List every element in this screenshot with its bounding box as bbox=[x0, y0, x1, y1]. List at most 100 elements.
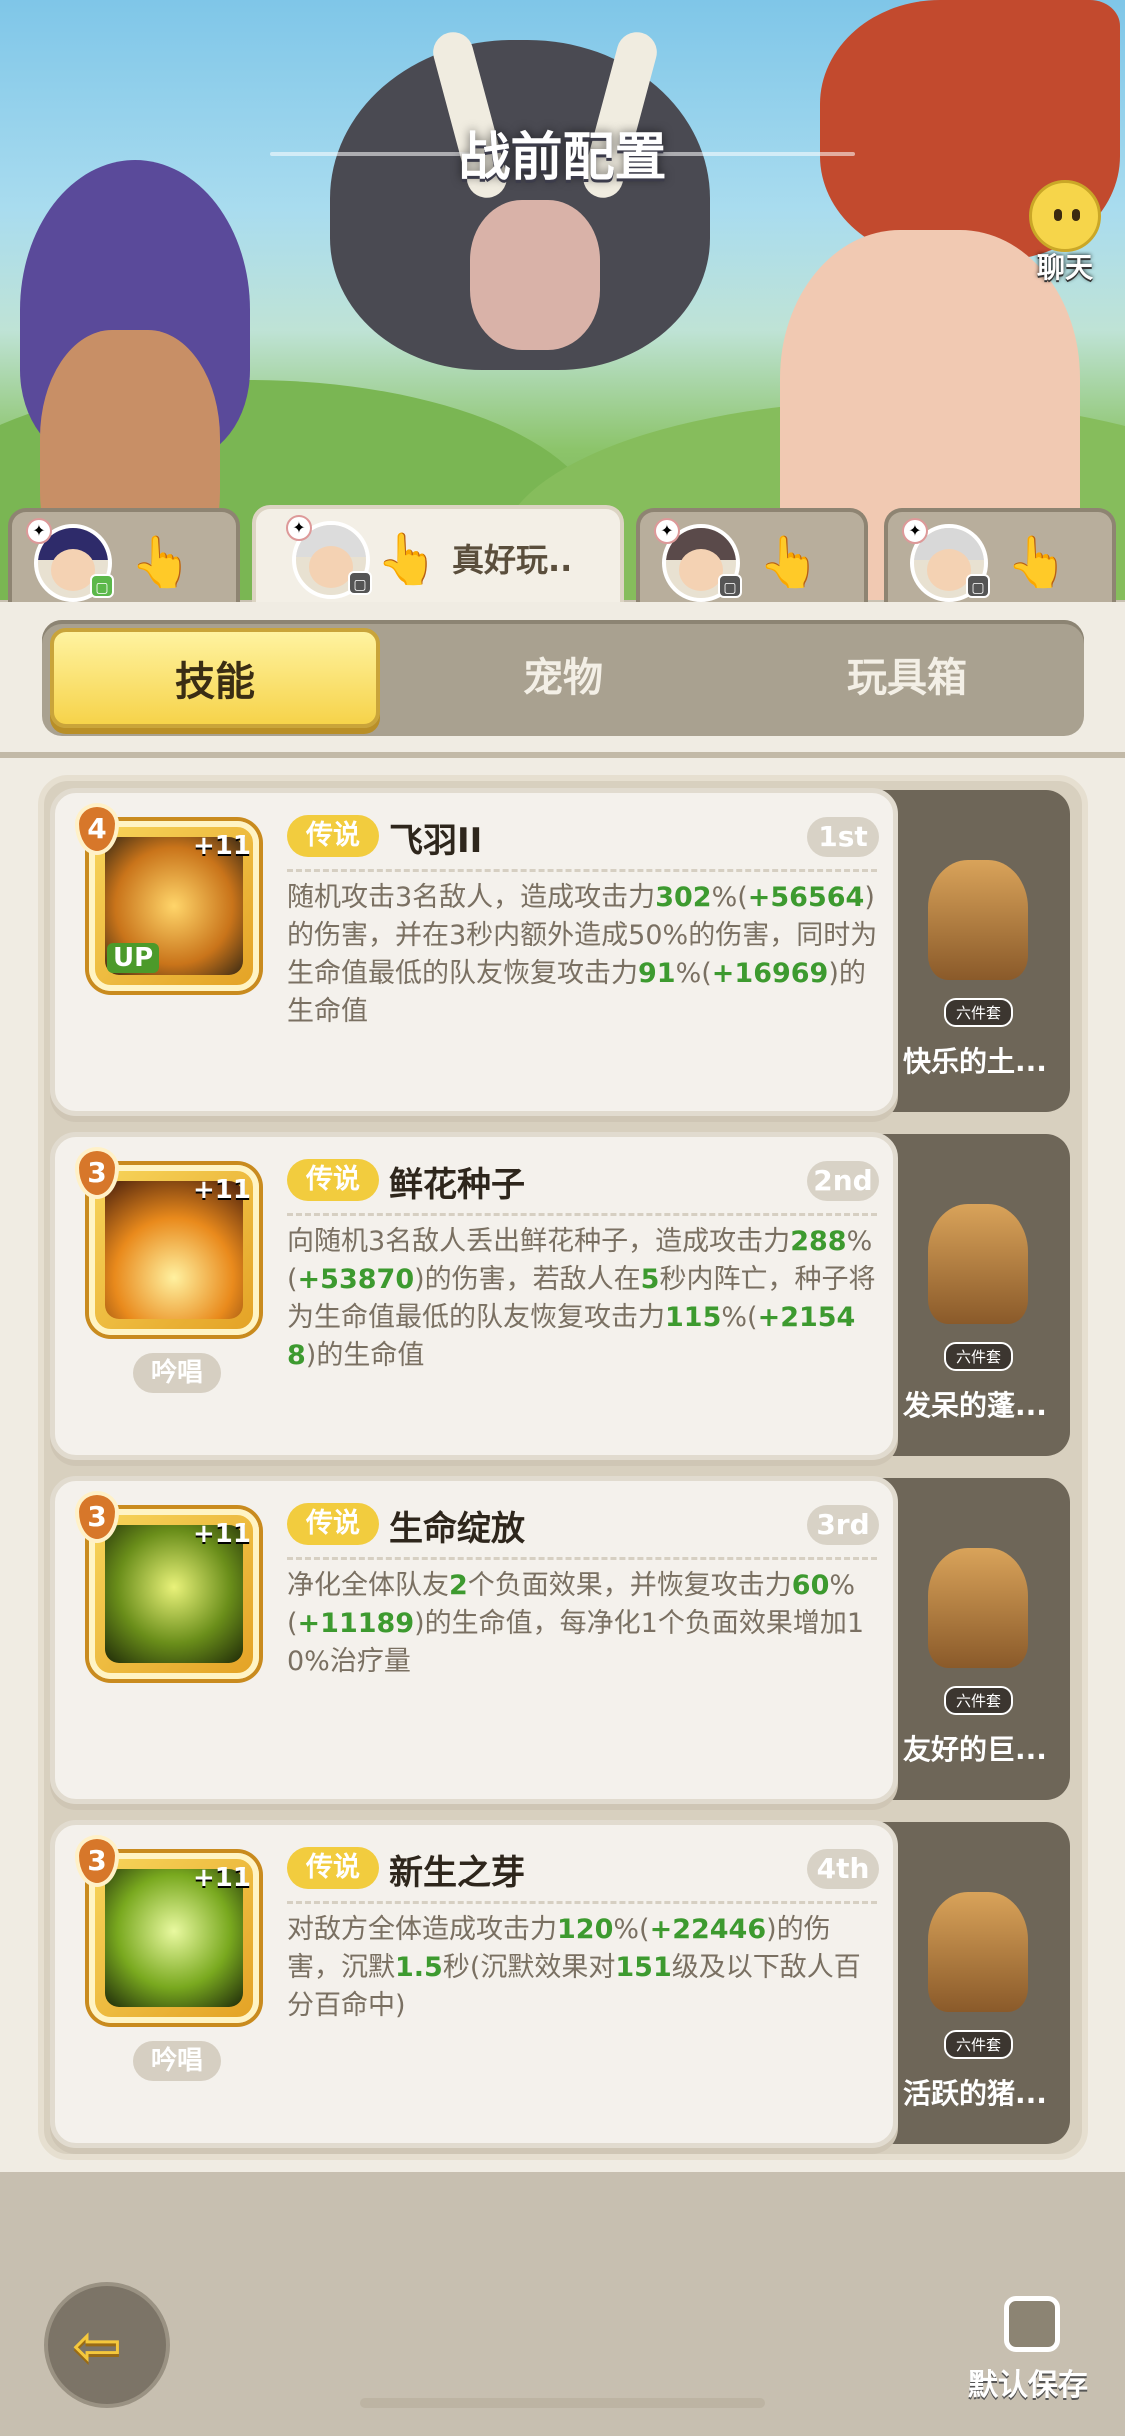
desc-text: 对敌方全体造成攻击力 bbox=[287, 1914, 557, 1945]
desc-value: 2 bbox=[449, 1570, 468, 1601]
skill-rank: 3rd bbox=[807, 1505, 879, 1545]
skill-description: 向随机3名敌人丢出鲜花种子，造成攻击力288 %( +53870)的伤害，若敌人在5… bbox=[287, 1223, 881, 1375]
desc-value: +53870 bbox=[297, 1264, 415, 1295]
enhance-level: +11 bbox=[193, 831, 251, 861]
desc-text: 秒(沉默效果对 bbox=[442, 1952, 616, 1983]
desc-value: 60 bbox=[791, 1570, 830, 1601]
segment-control: 技能 宠物 玩具箱 bbox=[42, 620, 1084, 736]
skill-card[interactable]: 3 +11 吟唱 传说 鲜花种子 2nd 向随机3名敌人丢出鲜花种子，造成攻击力28… bbox=[50, 1132, 898, 1460]
class-emblem-icon: ✦ bbox=[26, 518, 52, 544]
status-icon: ▢ bbox=[348, 571, 372, 595]
pet-slot[interactable]: 六件套 快乐的土... bbox=[880, 790, 1070, 1112]
skill-card[interactable]: 3 +11 传说 生命绽放 3rd 净化全体队友2个负面效果，并恢复攻击力60%(… bbox=[50, 1476, 898, 1804]
skill-rank: 1st bbox=[807, 817, 879, 857]
skill-name: 鲜花种子 bbox=[389, 1165, 525, 1205]
desc-value: +16969 bbox=[711, 958, 829, 989]
bottom-bar bbox=[0, 2172, 1125, 2436]
chat-face-icon bbox=[1029, 180, 1101, 252]
skill-rank: 4th bbox=[807, 1849, 879, 1889]
set-badge: 六件套 bbox=[944, 1686, 1014, 1715]
online-status-icon: ▢ bbox=[90, 574, 114, 598]
rarity-badge: 传说 bbox=[287, 1159, 379, 1201]
pet-slot[interactable]: 六件套 发呆的蓬... bbox=[880, 1134, 1070, 1456]
rarity-badge: 传说 bbox=[287, 1503, 379, 1545]
skill-card[interactable]: 3 +11 吟唱 传说 新生之芽 4th 对敌方全体造成攻击力120%(+22446… bbox=[50, 1820, 898, 2148]
page-title: 战前配置 bbox=[458, 128, 667, 188]
cast-tag: 吟唱 bbox=[133, 2041, 221, 2081]
desc-text: %( bbox=[711, 882, 748, 913]
skill-description: 对敌方全体造成攻击力120%(+22446)的伤害，沉默1.5秒(沉默效果对15… bbox=[287, 1911, 881, 2025]
upgrade-badge: UP bbox=[107, 943, 160, 973]
hand-pointer-icon: 👆 bbox=[758, 533, 821, 591]
separator bbox=[287, 1901, 877, 1904]
desc-text: 向随机3名敌人丢出鲜花种子，造成攻击力 bbox=[287, 1226, 791, 1257]
chat-button[interactable]: 聊天 bbox=[1015, 180, 1115, 284]
desc-text: 个负面效果，并恢复攻击力 bbox=[467, 1570, 792, 1601]
tab-pets[interactable]: 宠物 bbox=[398, 628, 728, 728]
enhance-level: +11 bbox=[193, 1175, 251, 1205]
skill-card[interactable]: 4 +11 UP 传说 飞羽II 1st 随机攻击3名敌人，造成攻击力302%(+5… bbox=[50, 788, 898, 1116]
separator bbox=[287, 1557, 877, 1560]
hand-pointer-icon: 👆 bbox=[376, 530, 439, 588]
enhance-level: +11 bbox=[193, 1863, 251, 1893]
set-badge: 六件套 bbox=[944, 1342, 1014, 1371]
skill-rank: 2nd bbox=[807, 1161, 879, 1201]
enhance-level: +11 bbox=[193, 1519, 251, 1549]
desc-value: +56564 bbox=[747, 882, 865, 913]
team-name: 真好玩.. bbox=[452, 541, 573, 579]
chat-label: 聊天 bbox=[1036, 251, 1093, 284]
team-tab-1[interactable]: ✦ ▢ 👆 bbox=[8, 508, 240, 603]
rarity-badge: 传说 bbox=[287, 815, 379, 857]
tab-toybox[interactable]: 玩具箱 bbox=[742, 628, 1072, 728]
desc-text: 净化全体队友 bbox=[287, 1570, 449, 1601]
skill-description: 净化全体队友2个负面效果，并恢复攻击力60%(+11189)的生命值，每净化1个… bbox=[287, 1567, 881, 1681]
team-tab-3[interactable]: ✦ ▢ 👆 bbox=[636, 508, 868, 603]
default-save-label: 默认保存 bbox=[968, 2368, 1088, 2403]
desc-value: 1.5 bbox=[395, 1952, 443, 1983]
desc-value: +22446 bbox=[649, 1914, 767, 1945]
skill-name: 飞羽II bbox=[389, 821, 483, 861]
separator bbox=[287, 869, 877, 872]
status-icon: ▢ bbox=[718, 574, 742, 598]
class-emblem-icon: ✦ bbox=[902, 518, 928, 544]
desc-text: %( bbox=[721, 1302, 758, 1333]
back-arrow-icon: ⇦ bbox=[72, 2311, 123, 2381]
class-emblem-icon: ✦ bbox=[654, 518, 680, 544]
desc-text: %( bbox=[613, 1914, 650, 1945]
desc-value: 288 bbox=[790, 1226, 847, 1257]
back-button[interactable]: ⇦ bbox=[44, 2282, 170, 2408]
pet-slot[interactable]: 六件套 活跃的猪... bbox=[880, 1822, 1070, 2144]
set-badge: 六件套 bbox=[944, 2030, 1014, 2059]
pet-name: 发呆的蓬... bbox=[903, 1389, 1047, 1422]
team-tab-4[interactable]: ✦ ▢ 👆 bbox=[884, 508, 1116, 603]
divider bbox=[0, 752, 1125, 758]
class-emblem-icon: ✦ bbox=[286, 515, 312, 541]
desc-value: 5 bbox=[640, 1264, 660, 1295]
rarity-badge: 传说 bbox=[287, 1847, 379, 1889]
default-save-checkbox[interactable] bbox=[1004, 2296, 1060, 2352]
hand-pointer-icon: 👆 bbox=[1006, 533, 1069, 591]
pet-figure bbox=[928, 1204, 1028, 1324]
pet-name: 友好的巨... bbox=[903, 1733, 1047, 1766]
desc-value: 151 bbox=[615, 1952, 672, 1983]
desc-text: %( bbox=[675, 958, 712, 989]
team-tab-2[interactable]: ✦ ▢ 👆 真好玩.. bbox=[252, 505, 624, 607]
desc-text: 随机攻击3名敌人，造成攻击力 bbox=[287, 882, 656, 913]
tab-skills[interactable]: 技能 bbox=[50, 628, 380, 728]
desc-value: +11189 bbox=[297, 1608, 415, 1639]
separator bbox=[287, 1213, 877, 1216]
desc-value: 302 bbox=[655, 882, 712, 913]
pet-figure bbox=[928, 1548, 1028, 1668]
status-icon: ▢ bbox=[966, 574, 990, 598]
pet-name: 快乐的土... bbox=[903, 1045, 1047, 1078]
skill-description: 随机攻击3名敌人，造成攻击力302%(+56564)的伤害，并在3秒内额外造成5… bbox=[287, 879, 881, 1031]
desc-value: 115 bbox=[665, 1302, 722, 1333]
cast-tag: 吟唱 bbox=[133, 1353, 221, 1393]
skill-name: 生命绽放 bbox=[389, 1509, 525, 1549]
home-indicator bbox=[360, 2398, 765, 2408]
desc-text: )的伤害，若敌人在 bbox=[414, 1264, 641, 1295]
pet-slot[interactable]: 六件套 友好的巨... bbox=[880, 1478, 1070, 1800]
pet-figure bbox=[928, 1892, 1028, 2012]
pet-name: 活跃的猪... bbox=[903, 2077, 1047, 2110]
pet-figure bbox=[928, 860, 1028, 980]
